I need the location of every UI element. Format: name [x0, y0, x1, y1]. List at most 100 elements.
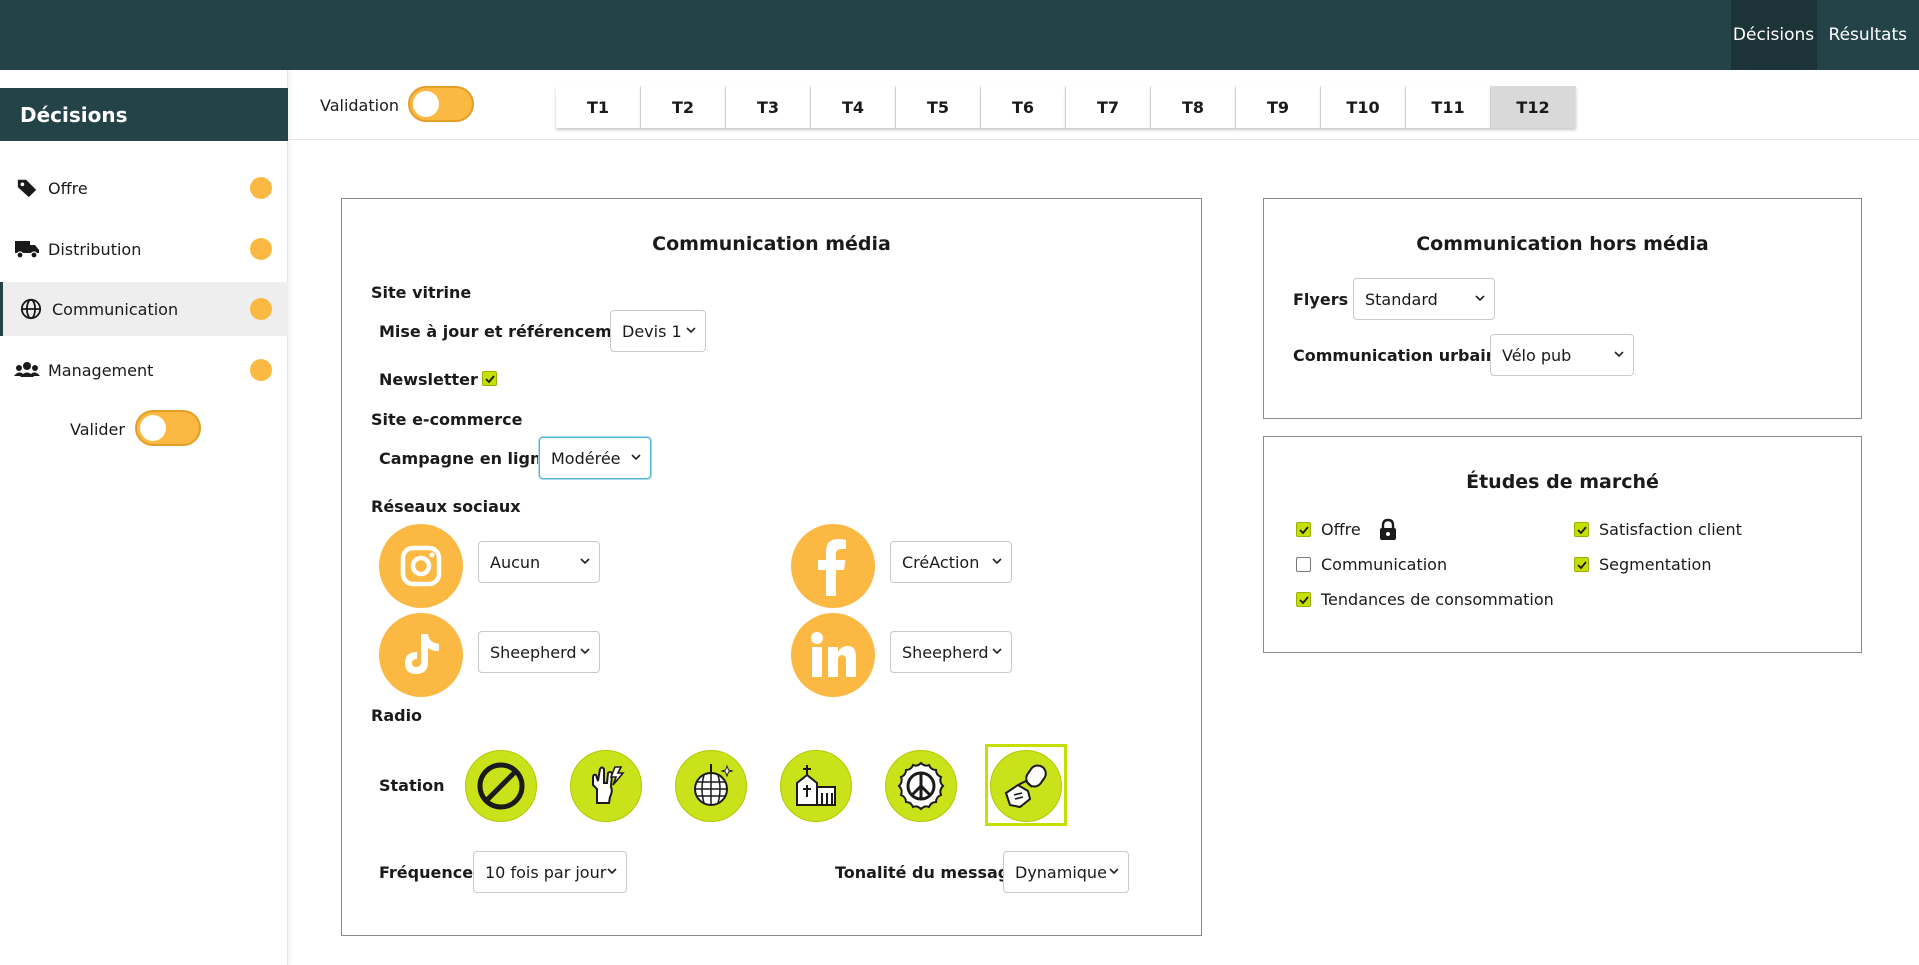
tab-t2[interactable]: T2 — [641, 86, 726, 128]
social-heading: Réseaux sociaux — [371, 497, 521, 516]
top-nav: Décisions Résultats — [1730, 0, 1919, 70]
offline-panel: Communication hors média Flyers Standard… — [1263, 198, 1862, 419]
tab-t1[interactable]: T1 — [556, 86, 641, 128]
nav-resultats[interactable]: Résultats — [1817, 0, 1919, 70]
tab-t9[interactable]: T9 — [1236, 86, 1321, 128]
top-bar: Décisions Résultats — [0, 0, 1919, 70]
campaign-label: Campagne en ligne — [379, 449, 553, 468]
update-value: Devis 1 — [622, 321, 682, 341]
instagram-value: Aucun — [490, 552, 541, 572]
tiktok-icon[interactable] — [379, 613, 463, 697]
religious-station-icon[interactable] — [780, 750, 852, 822]
validation-toggle[interactable] — [408, 86, 474, 122]
tab-t7[interactable]: T7 — [1066, 86, 1151, 128]
urban-label: Communication urbaine — [1293, 346, 1508, 365]
urban-select[interactable]: Vélo pub — [1490, 334, 1634, 376]
sidebar-item-distribution[interactable]: Distribution — [0, 222, 288, 276]
tone-value: Dynamique — [1015, 862, 1107, 882]
chevron-down-icon — [686, 327, 696, 334]
sidebar-item-label: Communication — [52, 299, 179, 319]
toggle-knob — [140, 415, 166, 441]
tag-icon — [14, 177, 40, 199]
tab-t4[interactable]: T4 — [811, 86, 896, 128]
linkedin-value: Sheepherd — [902, 642, 989, 662]
studies-panel: Études de marché Offre Satisfaction clie… — [1263, 436, 1862, 653]
tab-t3[interactable]: T3 — [726, 86, 811, 128]
instagram-select[interactable]: Aucun — [478, 541, 600, 583]
chevron-down-icon — [607, 868, 617, 875]
check-icon — [1577, 561, 1587, 570]
update-select[interactable]: Devis 1 — [610, 310, 706, 352]
truck-icon — [14, 238, 40, 260]
users-icon — [14, 359, 40, 381]
peace-station-icon[interactable] — [885, 750, 957, 822]
chevron-down-icon — [631, 454, 641, 461]
tab-t12[interactable]: T12 — [1491, 86, 1576, 128]
status-dot — [250, 359, 272, 381]
study-segmentation-checkbox[interactable] — [1574, 557, 1589, 572]
disco-station-icon[interactable] — [675, 750, 747, 822]
validate-toggle[interactable] — [135, 410, 201, 446]
study-communication-label: Communication — [1321, 555, 1448, 574]
study-offre-checkbox[interactable] — [1296, 522, 1311, 537]
facebook-icon[interactable] — [791, 524, 875, 608]
instagram-icon[interactable] — [379, 524, 463, 608]
study-satisfaction-checkbox[interactable] — [1574, 522, 1589, 537]
chevron-down-icon — [992, 558, 1002, 565]
urban-value: Vélo pub — [1502, 345, 1572, 365]
study-tendances-label: Tendances de consommation — [1321, 590, 1554, 609]
chevron-down-icon — [580, 648, 590, 655]
toggle-knob — [413, 91, 439, 117]
newsletter-label: Newsletter — [379, 370, 478, 389]
talk-station-icon[interactable] — [990, 750, 1062, 822]
frequency-select[interactable]: 10 fois par jour — [473, 851, 627, 893]
none-station-icon[interactable] — [465, 750, 537, 822]
sidebar-item-offre[interactable]: Offre — [0, 161, 288, 215]
tab-t6[interactable]: T6 — [981, 86, 1066, 128]
studies-title: Études de marché — [1466, 471, 1659, 493]
sidebar-item-management[interactable]: Management — [0, 343, 288, 397]
tone-label: Tonalité du message — [835, 863, 1021, 882]
globe-icon — [18, 298, 44, 320]
newsletter-checkbox[interactable] — [482, 371, 497, 386]
lock-icon — [1378, 518, 1398, 546]
tone-select[interactable]: Dynamique — [1003, 851, 1129, 893]
chevron-down-icon — [580, 558, 590, 565]
linkedin-icon[interactable] — [791, 613, 875, 697]
tab-t10[interactable]: T10 — [1321, 86, 1406, 128]
sidebar-item-label: Distribution — [48, 239, 142, 259]
study-communication-checkbox[interactable] — [1296, 557, 1311, 572]
flyers-value: Standard — [1365, 289, 1438, 309]
study-satisfaction-label: Satisfaction client — [1599, 520, 1742, 539]
update-label: Mise à jour et référencement — [379, 322, 642, 341]
study-tendances-checkbox[interactable] — [1296, 592, 1311, 607]
check-icon — [485, 375, 495, 384]
linkedin-select[interactable]: Sheepherd — [890, 631, 1012, 673]
media-title: Communication média — [652, 233, 891, 255]
tab-t8[interactable]: T8 — [1151, 86, 1236, 128]
status-dot — [250, 177, 272, 199]
offline-title: Communication hors média — [1416, 233, 1709, 255]
flyers-label: Flyers — [1293, 290, 1349, 309]
tiktok-select[interactable]: Sheepherd — [478, 631, 600, 673]
status-dot — [250, 238, 272, 260]
study-offre-label: Offre — [1321, 520, 1361, 539]
chevron-down-icon — [1614, 351, 1624, 358]
ecommerce-heading: Site e-commerce — [371, 410, 523, 429]
check-icon — [1299, 596, 1309, 605]
radio-heading: Radio — [371, 706, 423, 725]
nav-decisions[interactable]: Décisions — [1730, 0, 1817, 70]
media-panel: Communication média Site vitrine Mise à … — [341, 198, 1202, 936]
flyers-select[interactable]: Standard — [1353, 278, 1495, 320]
chevron-down-icon — [1475, 295, 1485, 302]
campaign-select[interactable]: Modérée — [539, 437, 651, 479]
facebook-select[interactable]: CréAction — [890, 541, 1012, 583]
tab-t5[interactable]: T5 — [896, 86, 981, 128]
campaign-value: Modérée — [551, 448, 621, 468]
rock-station-icon[interactable] — [570, 750, 642, 822]
tab-t11[interactable]: T11 — [1406, 86, 1491, 128]
validate-label: Valider — [70, 420, 125, 439]
check-icon — [1299, 526, 1309, 535]
sidebar-item-communication[interactable]: Communication — [0, 282, 288, 336]
study-segmentation-label: Segmentation — [1599, 555, 1712, 574]
